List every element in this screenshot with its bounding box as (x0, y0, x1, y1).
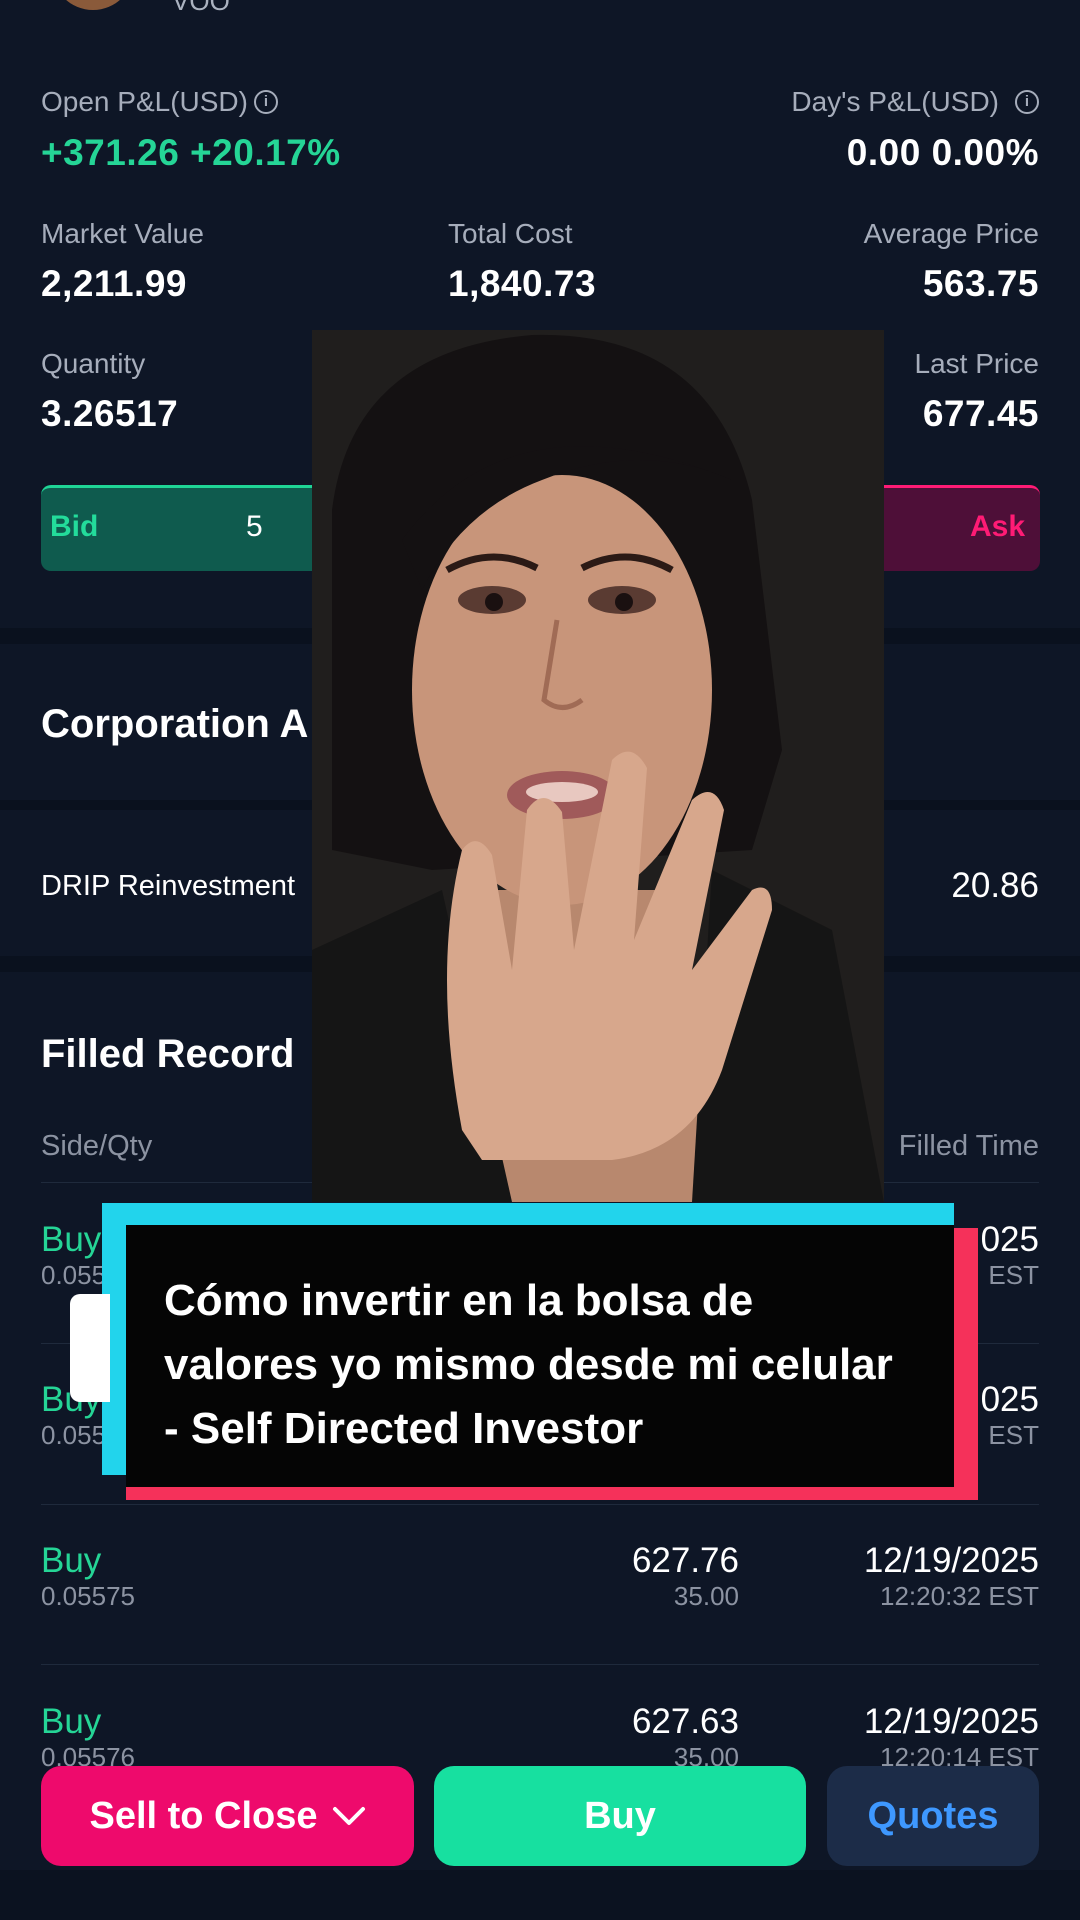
side-tab (70, 1294, 110, 1402)
table-row[interactable]: Buy 0.055 (41, 1220, 106, 1291)
days-pl-label-row: Day's P&L(USD) i (791, 86, 1039, 118)
row-time: EST (988, 1260, 1039, 1290)
row-time: 12:20:32 EST (880, 1581, 1039, 1611)
bottom-bar (0, 1870, 1080, 1920)
filled-record-title: Filled Record (41, 1032, 295, 1076)
row-time-block: 12/19/2025 12:20:32 EST (864, 1541, 1039, 1612)
row-amount: 35.00 (673, 1581, 739, 1611)
row-price: 627.63 (631, 1702, 739, 1741)
quantity-label: Quantity (41, 348, 146, 379)
drip-value: 20.86 (951, 866, 1039, 905)
sell-to-close-button[interactable]: Sell to Close (41, 1766, 414, 1866)
row-date: 12/19/2025 (863, 1702, 1039, 1741)
quotes-button[interactable]: Quotes (827, 1766, 1039, 1866)
ask-label: Ask (970, 510, 1026, 543)
row-time: EST (988, 1420, 1039, 1450)
buy-button[interactable]: Buy (434, 1766, 806, 1866)
open-pl-label-row: Open P&L(USD) i (41, 86, 278, 118)
row-side: Buy (41, 1702, 102, 1741)
table-row[interactable]: Buy 0.05576 (41, 1702, 135, 1773)
table-row[interactable]: Buy 0.05575 (41, 1541, 135, 1612)
caption-box: Cómo invertir en la bolsa de valores yo … (126, 1225, 954, 1487)
sell-button-label: Sell to Close (89, 1794, 318, 1837)
caption-text: Cómo invertir en la bolsa de valores yo … (164, 1276, 893, 1453)
bid-size: 5 (246, 510, 263, 543)
open-pl-value: +371.26 +20.17% (41, 132, 341, 173)
bid-label: Bid (50, 510, 99, 543)
total-cost: 1,840.73 (448, 263, 597, 304)
row-price: 627.76 (631, 1541, 739, 1580)
average-price: 563.75 (922, 263, 1039, 304)
avatar (52, 0, 134, 10)
col-side-qty: Side/Qty (41, 1130, 153, 1162)
quotes-button-label: Quotes (867, 1794, 999, 1837)
row-date: 025 (980, 1220, 1039, 1259)
last-price: 677.45 (922, 393, 1039, 434)
average-price-label: Average Price (863, 218, 1039, 249)
buy-button-label: Buy (584, 1794, 656, 1837)
divider (41, 1664, 1039, 1665)
row-date: 025 (980, 1380, 1039, 1419)
row-time-block: 025 EST (981, 1220, 1039, 1291)
ticker-symbol: VOO (172, 0, 230, 16)
presenter-image (312, 330, 884, 1202)
drip-label: DRIP Reinvestment (41, 870, 296, 902)
open-pl-label: Open P&L(USD) (41, 86, 248, 117)
market-value: 2,211.99 (41, 263, 187, 304)
market-value-label: Market Value (41, 218, 204, 249)
row-date: 12/19/2025 (863, 1541, 1039, 1580)
row-qty: 0.05575 (41, 1581, 135, 1611)
row-price-block: 627.63 35.00 (632, 1702, 739, 1773)
info-icon[interactable]: i (1015, 90, 1039, 114)
corporation-title: Corporation A (41, 702, 309, 746)
chevron-down-icon (332, 1807, 365, 1825)
col-filled-time: Filled Time (898, 1130, 1039, 1162)
row-qty: 0.055 (41, 1420, 107, 1450)
total-cost-label: Total Cost (448, 218, 573, 249)
row-time-block: 12/19/2025 12:20:14 EST (864, 1702, 1039, 1773)
days-pl-value: 0.00 0.00% (846, 132, 1039, 173)
days-pl-label: Day's P&L(USD) (791, 86, 999, 117)
row-time-block: 025 EST (981, 1380, 1039, 1451)
info-icon[interactable]: i (253, 90, 278, 114)
presenter-video-overlay (312, 330, 884, 1202)
divider (41, 1504, 1039, 1505)
quantity-value: 3.26517 (41, 393, 179, 434)
last-price-label: Last Price (914, 348, 1040, 379)
row-side: Buy (41, 1220, 102, 1259)
row-qty: 0.055 (41, 1260, 107, 1290)
row-side: Buy (41, 1541, 102, 1580)
row-price-block: 627.76 35.00 (632, 1541, 739, 1612)
